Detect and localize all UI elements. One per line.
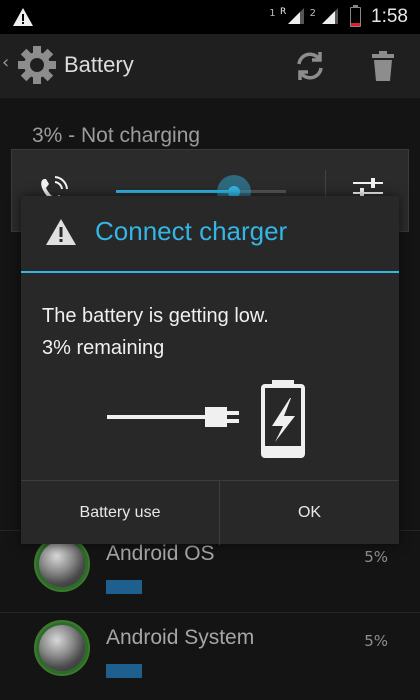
page-title: Battery — [64, 52, 134, 77]
refresh-icon[interactable] — [293, 49, 327, 87]
dialog-buttons: Battery use OK — [21, 480, 399, 545]
warning-icon — [12, 7, 34, 31]
trash-icon[interactable] — [370, 50, 396, 86]
status-bar: 1 R 2 1:58 — [0, 0, 420, 34]
app-percent: 5% — [364, 632, 388, 650]
sim1-label: 1 — [269, 7, 276, 19]
ok-button[interactable]: OK — [220, 481, 399, 545]
list-item[interactable]: Android System 5% — [0, 614, 420, 694]
dialog-title: Connect charger — [95, 216, 288, 246]
low-battery-dialog: Connect charger The battery is getting l… — [21, 196, 399, 545]
app-percent: 5% — [364, 548, 388, 566]
charger-battery-icon — [105, 380, 335, 464]
app-name: Android OS — [106, 542, 215, 565]
gear-icon[interactable] — [16, 44, 58, 90]
divider — [0, 612, 420, 613]
android-app-icon — [34, 620, 90, 676]
message-line: The battery is getting low. — [42, 305, 269, 327]
volume-slider-fill — [116, 190, 229, 193]
message-line: 3% remaining — [42, 337, 165, 359]
signal-icon: R — [280, 5, 306, 29]
clock: 1:58 — [371, 6, 408, 27]
action-bar: ‹ Battery — [0, 34, 420, 98]
usage-bar — [106, 664, 142, 678]
battery-use-button[interactable]: Battery use — [21, 481, 219, 545]
usage-bar — [106, 580, 142, 594]
battery-status-text: 3% - Not charging — [32, 124, 201, 147]
battery-low-icon — [350, 5, 362, 27]
roaming-label: R — [280, 7, 286, 17]
dialog-title-divider — [21, 271, 399, 273]
dialog-header: Connect charger — [21, 196, 399, 272]
warning-icon — [45, 218, 77, 250]
sim2-label: 2 — [309, 7, 317, 19]
up-caret-icon[interactable]: ‹ — [2, 52, 9, 73]
app-name: Android System — [106, 626, 255, 649]
signal-icon — [320, 5, 340, 29]
dialog-message: The battery is getting low. 3% remaining — [42, 300, 382, 364]
